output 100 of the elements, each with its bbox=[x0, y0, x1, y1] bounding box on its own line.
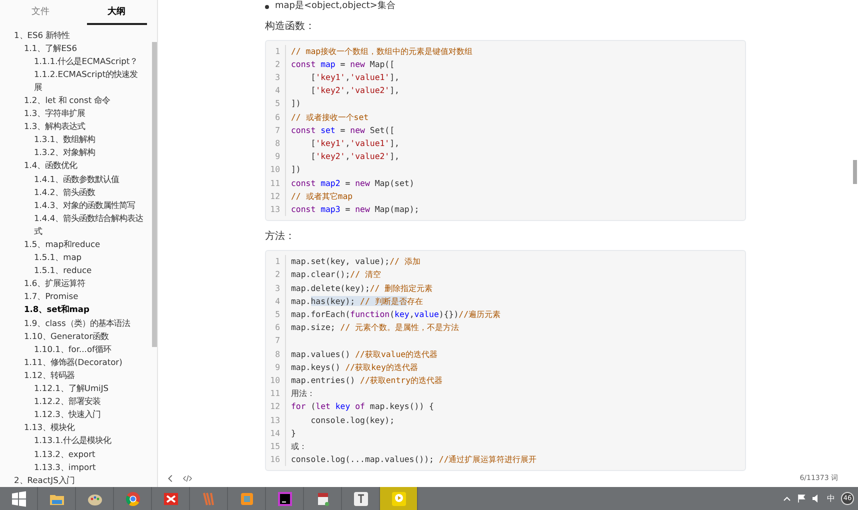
line-number: 6 bbox=[266, 110, 286, 124]
code-line: ]) bbox=[291, 163, 301, 176]
line-number: 12 bbox=[266, 190, 286, 203]
outline-item[interactable]: 1.10、Generator函数 bbox=[0, 330, 150, 343]
outline-item[interactable]: 1.11、修饰器(Decorator) bbox=[0, 356, 150, 369]
outline-item[interactable]: 1、ES6 新特性 bbox=[0, 28, 150, 42]
code-line: map.values() //获取value的迭代器 bbox=[291, 348, 438, 361]
bullet-icon bbox=[265, 4, 269, 9]
windows-logo-icon[interactable] bbox=[10, 490, 26, 506]
outline-item[interactable]: 1.1.1.什么是ECMAScript？ bbox=[0, 54, 150, 68]
sidebar-tab[interactable]: 大纲 bbox=[86, 0, 146, 24]
outline-item[interactable]: 1.4.4、箭头函数结合解构表达式 bbox=[0, 212, 150, 238]
outline-item[interactable]: 1.3.1、数组解构 bbox=[0, 133, 150, 146]
outline-item[interactable]: 1.13、模块化 bbox=[0, 421, 150, 434]
line-number: 1 bbox=[266, 44, 286, 58]
code-line: map.delete(key);// 删除指定元素 bbox=[291, 282, 433, 295]
outline-item[interactable]: 1.5.1、reduce bbox=[0, 264, 150, 278]
line-number: 8 bbox=[266, 348, 286, 361]
code-line: const map3 = new Map(map); bbox=[291, 202, 420, 216]
outline-item[interactable]: 1.13.3、import bbox=[0, 460, 150, 474]
outline-item[interactable]: 1.3.2、对象解构 bbox=[0, 146, 150, 160]
line-number: 6 bbox=[266, 321, 286, 334]
outline-item[interactable]: 1.6、扩展运算符 bbox=[0, 277, 150, 290]
line-number: 7 bbox=[266, 124, 286, 137]
outline-item[interactable]: 1.4.1、函数参数默认值 bbox=[0, 172, 150, 186]
code-line: map.forEach(function(key,value){})//遍历元素 bbox=[291, 308, 500, 321]
ide-app-icon[interactable] bbox=[276, 490, 292, 506]
code-line: console.log(key); bbox=[310, 414, 395, 427]
line-number: 16 bbox=[266, 453, 286, 466]
code-line: ['key1','value1'], bbox=[310, 70, 400, 84]
code-line: map.size; // 元素个数。是属性，不是方法 bbox=[291, 321, 460, 334]
active-taskbar-button[interactable] bbox=[380, 487, 418, 510]
code-icon[interactable] bbox=[183, 474, 192, 482]
chevron-left-icon[interactable] bbox=[166, 474, 175, 482]
code-line: 或： bbox=[291, 440, 307, 453]
text-app-icon[interactable] bbox=[352, 490, 368, 506]
outline-item[interactable]: 1.12.3、快速入门 bbox=[0, 408, 150, 422]
code-line: const map2 = new Map(set) bbox=[291, 176, 414, 190]
line-number: 9 bbox=[266, 150, 286, 164]
outline-item[interactable]: 1.2、let 和 const 命令 bbox=[0, 94, 150, 108]
sidebar-tab[interactable]: 文件 bbox=[10, 0, 70, 24]
scrollbar-thumb[interactable] bbox=[152, 42, 157, 347]
outline-item[interactable]: 1.12.1、了解UmiJS bbox=[0, 382, 150, 396]
code-line: } bbox=[291, 426, 296, 440]
code-line: const set = new Set([ bbox=[291, 124, 395, 137]
outline-item[interactable]: 1.3、解构表达式 bbox=[0, 120, 150, 134]
cross-app-icon[interactable] bbox=[162, 490, 178, 506]
code-line: map.keys() //获取key的迭代器 bbox=[291, 360, 418, 374]
line-number: 13 bbox=[266, 202, 286, 216]
code-line: 用法： bbox=[291, 387, 315, 400]
line-number: 3 bbox=[266, 282, 286, 295]
line-number: 8 bbox=[266, 136, 286, 150]
input-method-indicator[interactable]: 中 bbox=[827, 492, 835, 504]
line-number: 9 bbox=[266, 360, 286, 374]
code-line: // 或者接收一个set bbox=[291, 110, 369, 124]
code-line: // map接收一个数组，数组中的元素是键值对数组 bbox=[291, 44, 473, 58]
line-number: 10 bbox=[266, 163, 286, 177]
outline-item[interactable]: 1.12、转码器 bbox=[0, 368, 150, 382]
outline-item[interactable]: 1.1、了解ES6 bbox=[0, 42, 150, 55]
paragraph-text: 方法： bbox=[265, 230, 296, 244]
outline-item[interactable]: 1.5.1、map bbox=[0, 251, 150, 264]
outline-item[interactable]: 1.3、字符串扩展 bbox=[0, 107, 150, 120]
paragraph-text: 构造函数： bbox=[265, 20, 316, 34]
line-number: 5 bbox=[266, 97, 286, 111]
code-line: ['key2','value2'], bbox=[310, 84, 400, 98]
outline-item[interactable]: 1.8、set和map bbox=[0, 303, 150, 317]
list-item-text: map是<object,object>集合 bbox=[275, 0, 396, 13]
code-line: map.entries() //获取entry的迭代器 bbox=[291, 374, 443, 387]
outline-item[interactable]: 1.12.2、部署安装 bbox=[0, 395, 150, 408]
outline-item[interactable]: 1.4.2、箭头函数 bbox=[0, 186, 150, 199]
code-line: map.clear();// 清空 bbox=[291, 268, 381, 282]
line-number: 15 bbox=[266, 440, 286, 454]
chevron-up-icon[interactable] bbox=[783, 494, 791, 502]
browser-icon[interactable] bbox=[124, 490, 140, 506]
outline-item[interactable]: 1.7、Promise bbox=[0, 290, 150, 304]
outline-item[interactable]: 1.4、函数优化 bbox=[0, 159, 150, 173]
code-line: console.log(...map.values()); //通过扩展运算符进行展开 bbox=[291, 453, 537, 466]
outline-item[interactable]: 1.1.2.ECMAScript的快速发展 bbox=[0, 68, 150, 94]
code-line: ]) bbox=[291, 97, 301, 110]
outline-item[interactable]: 1.10.1、for...of循环 bbox=[0, 342, 150, 356]
code-line: const map = new Map([ bbox=[291, 58, 395, 71]
line-number: 11 bbox=[266, 176, 286, 190]
outline-item[interactable]: 1.13.2、export bbox=[0, 448, 150, 461]
line-number: 10 bbox=[266, 374, 286, 388]
code-line: ['key1','value1'], bbox=[310, 136, 400, 150]
outline-item[interactable]: 2、ReactJS入门 bbox=[0, 474, 150, 487]
outline-item[interactable]: 1.9、class（类）的基本语法 bbox=[0, 316, 150, 330]
line-number: 2 bbox=[266, 58, 286, 71]
code-line: map.set(key, value);// 添加 bbox=[291, 255, 420, 268]
line-number: 13 bbox=[266, 414, 286, 427]
line-number: 3 bbox=[266, 70, 286, 84]
outline-item[interactable]: 1.4.3、对象的函数属性简写 bbox=[0, 198, 150, 212]
code-line: map.has(key); // 判断是否存在 bbox=[291, 294, 423, 308]
code-line: // 或者其它map bbox=[291, 190, 353, 203]
outline-item[interactable]: 1.5、map和reduce bbox=[0, 238, 150, 252]
scrollbar-thumb[interactable] bbox=[853, 160, 857, 184]
line-number: 2 bbox=[266, 268, 286, 282]
line-number: 4 bbox=[266, 294, 286, 308]
outline-item[interactable]: 1.13.1.什么是模块化 bbox=[0, 434, 150, 448]
flag-icon[interactable] bbox=[797, 494, 806, 503]
